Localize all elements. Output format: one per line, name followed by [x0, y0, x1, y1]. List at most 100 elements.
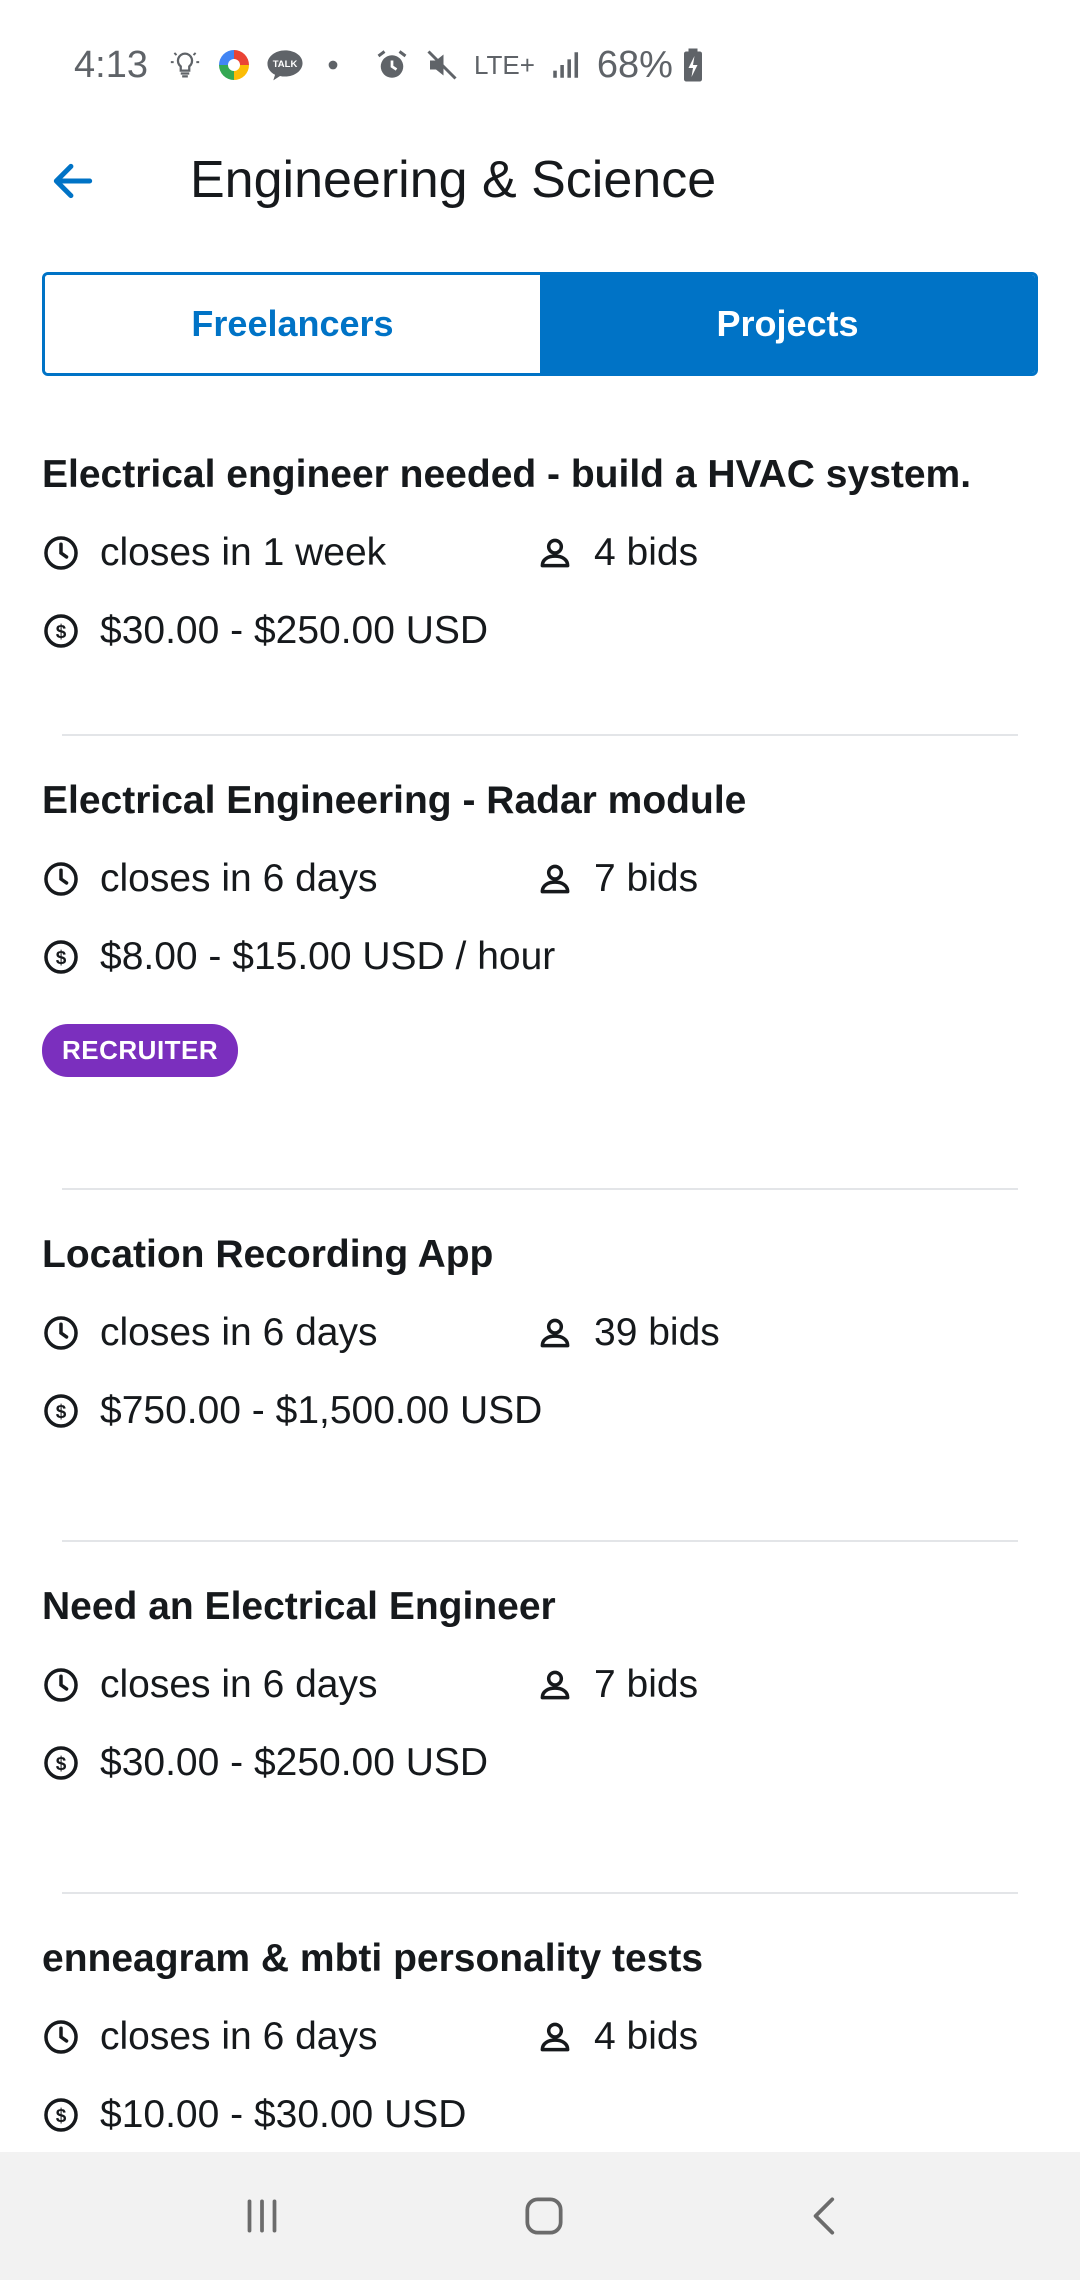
bids-text: 7 bids: [594, 1663, 699, 1706]
bid-count: 39 bids: [536, 1311, 720, 1355]
back-nav-button[interactable]: [786, 2182, 866, 2250]
closes-text: closes in 1 week: [100, 531, 387, 574]
budget-row: $ $8.00 - $15.00 USD / hour: [42, 918, 1038, 996]
project-card[interactable]: Electrical engineer needed - build a HVA…: [0, 410, 1080, 734]
bid-count: 7 bids: [536, 1663, 698, 1707]
project-title: enneagram & mbti personality tests: [42, 1937, 704, 1980]
recent-apps-icon: [247, 2199, 277, 2233]
budget-row: $ $10.00 - $30.00 USD: [42, 2076, 1038, 2152]
budget-text: $10.00 - $30.00 USD: [100, 2093, 467, 2136]
person-icon: [540, 538, 570, 568]
arrow-left-icon: [53, 163, 93, 199]
recent-apps-button[interactable]: [222, 2182, 302, 2250]
budget: $ $8.00 - $15.00 USD / hour: [42, 935, 555, 979]
project-list: Electrical engineer needed - build a HVA…: [0, 410, 1080, 2152]
project-card[interactable]: enneagram & mbti personality tests close…: [0, 1894, 1080, 2152]
tab-bar: Freelancers Projects: [42, 272, 1038, 376]
battery-charging-icon: [681, 47, 705, 83]
clock-icon: [44, 862, 78, 896]
tab-freelancers[interactable]: Freelancers: [45, 275, 540, 373]
budget-text: $750.00 - $1,500.00 USD: [100, 1389, 543, 1432]
status-bar: 4:13 TALK LTE+ 68%: [0, 0, 1080, 130]
budget-text: $8.00 - $15.00 USD / hour: [100, 935, 556, 978]
dot-icon: [318, 50, 348, 80]
mute-icon: [424, 47, 460, 83]
closes-text: closes in 6 days: [100, 1311, 378, 1354]
budget-row: $ $30.00 - $250.00 USD: [42, 592, 1038, 670]
person-icon: [540, 864, 570, 894]
budget-text: $30.00 - $250.00 USD: [100, 609, 489, 652]
bulb-icon: [168, 48, 202, 82]
clock-icon: [44, 536, 78, 570]
home-icon: [525, 2197, 563, 2235]
project-title: Need an Electrical Engineer: [42, 1585, 556, 1628]
back-button[interactable]: [40, 148, 106, 214]
svg-text:$: $: [56, 622, 67, 643]
budget: $ $750.00 - $1,500.00 USD: [42, 1389, 542, 1433]
recruiter-badge: RECRUITER: [42, 1024, 239, 1077]
budget-row: $ $750.00 - $1,500.00 USD: [42, 1372, 1038, 1450]
project-title: Electrical engineer needed - build a HVA…: [42, 453, 972, 496]
project-title: Location Recording App: [42, 1233, 494, 1276]
close-time: closes in 6 days: [42, 2015, 536, 2059]
dollar-icon: $: [44, 1394, 78, 1428]
clock-icon: [44, 2020, 78, 2054]
project-meta-row: closes in 1 week 4 bids: [42, 514, 1038, 592]
bids-text: 4 bids: [594, 531, 699, 574]
project-meta-row: closes in 6 days 7 bids: [42, 1646, 1038, 1724]
tab-projects[interactable]: Projects: [540, 275, 1035, 373]
closes-text: closes in 6 days: [100, 857, 378, 900]
bid-count: 4 bids: [536, 531, 698, 575]
colorful-app-icon: [216, 47, 252, 83]
project-meta-row: closes in 6 days 39 bids: [42, 1294, 1038, 1372]
dollar-icon: $: [44, 1746, 78, 1780]
svg-text:$: $: [56, 1402, 67, 1423]
project-meta-row: closes in 6 days 4 bids: [42, 1998, 1038, 2076]
person-icon: [540, 2022, 570, 2052]
bids-text: 4 bids: [594, 2015, 699, 2058]
close-time: closes in 6 days: [42, 857, 536, 901]
project-card[interactable]: Need an Electrical Engineer closes in 6 …: [0, 1542, 1080, 1892]
project-meta-row: closes in 6 days 7 bids: [42, 840, 1038, 918]
alarm-icon: [374, 47, 410, 83]
status-time: 4:13: [74, 43, 148, 86]
close-time: closes in 1 week: [42, 531, 536, 575]
screen: 4:13 TALK LTE+ 68% Engineering & Science…: [0, 0, 1080, 2280]
svg-text:$: $: [56, 2106, 67, 2127]
battery-percent: 68%: [596, 43, 673, 86]
closes-text: closes in 6 days: [100, 1663, 378, 1706]
app-bar: Engineering & Science: [0, 130, 1080, 230]
dollar-icon: $: [44, 614, 78, 648]
clock-icon: [44, 1316, 78, 1350]
home-button[interactable]: [504, 2182, 584, 2250]
close-time: closes in 6 days: [42, 1663, 536, 1707]
system-nav-bar: [0, 2152, 1080, 2280]
project-card[interactable]: Electrical Engineering - Radar module cl…: [0, 736, 1080, 1188]
project-title: Electrical Engineering - Radar module: [42, 779, 747, 822]
closes-text: closes in 6 days: [100, 2015, 378, 2058]
bid-count: 4 bids: [536, 2015, 698, 2059]
budget: $ $10.00 - $30.00 USD: [42, 2093, 466, 2137]
bids-text: 39 bids: [594, 1311, 720, 1354]
signal-icon: [549, 48, 583, 82]
chevron-left-icon: [813, 2197, 835, 2235]
person-icon: [540, 1670, 570, 1700]
bid-count: 7 bids: [536, 857, 698, 901]
budget-text: $30.00 - $250.00 USD: [100, 1741, 489, 1784]
close-time: closes in 6 days: [42, 1311, 536, 1355]
lte-icon: LTE+: [473, 49, 535, 80]
page-title: Engineering & Science: [190, 151, 717, 209]
project-card[interactable]: Location Recording App closes in 6 days …: [0, 1190, 1080, 1540]
svg-text:TALK: TALK: [273, 59, 298, 70]
svg-text:$: $: [56, 948, 67, 969]
dollar-icon: $: [44, 940, 78, 974]
talk-icon: TALK: [266, 48, 304, 82]
svg-text:$: $: [56, 1754, 67, 1775]
bids-text: 7 bids: [594, 857, 699, 900]
clock-icon: [44, 1668, 78, 1702]
budget: $ $30.00 - $250.00 USD: [42, 1741, 488, 1785]
budget-row: $ $30.00 - $250.00 USD: [42, 1724, 1038, 1802]
person-icon: [540, 1318, 570, 1348]
dollar-icon: $: [44, 2098, 78, 2132]
budget: $ $30.00 - $250.00 USD: [42, 609, 488, 653]
